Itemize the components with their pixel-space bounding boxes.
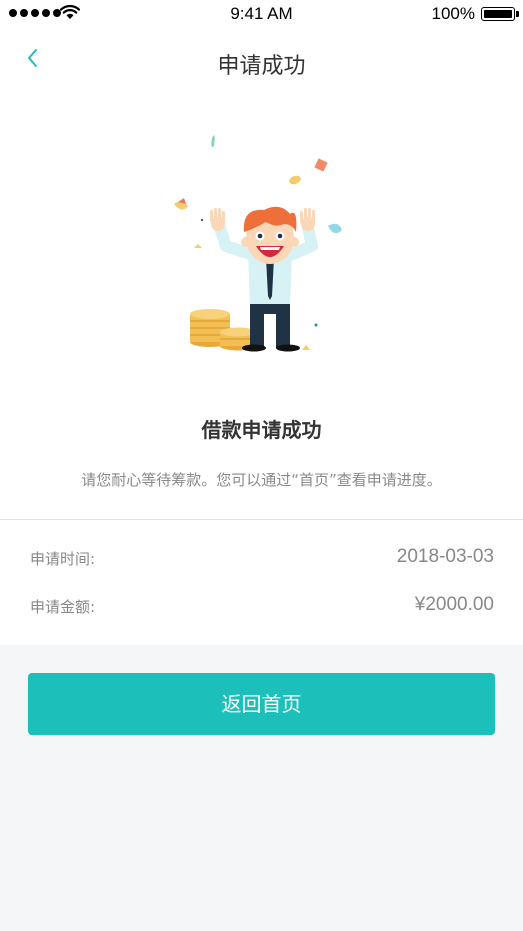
success-message: 请您耐心等待筹款。您可以通过“首页”查看申请进度。 [81, 471, 442, 489]
apply-time-value: 2018-03-03 [396, 546, 494, 567]
battery-percentage: 100% [431, 4, 475, 23]
status-bar: 9:41 AM 100% [0, 0, 523, 28]
divider [0, 519, 523, 520]
apply-time-label: 申请时间: [30, 550, 96, 568]
success-headline: 借款申请成功 [201, 418, 322, 442]
detail-row-apply-time: 申请时间: 2018-03-03 [30, 546, 494, 572]
page-title: 申请成功 [217, 54, 306, 79]
celebration-illustration [174, 135, 342, 352]
detail-row-apply-amount: 申请金额: ¥2000.00 [30, 594, 494, 620]
apply-amount-label: 申请金额: [30, 598, 96, 616]
apply-amount-value: ¥2000.00 [414, 594, 494, 615]
return-home-button[interactable]: 返回首页 [28, 673, 495, 735]
battery-icon [481, 7, 519, 21]
